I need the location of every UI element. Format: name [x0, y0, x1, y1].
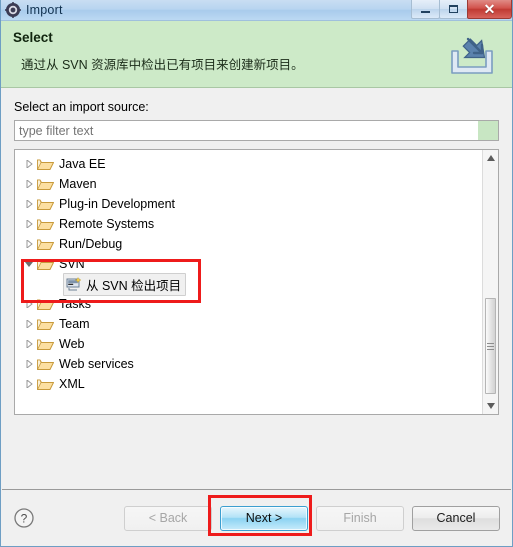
- window-controls: ✕: [411, 0, 512, 21]
- tree-item[interactable]: Tasks: [15, 294, 482, 314]
- folder-icon: [37, 299, 54, 310]
- tree-item-label: Web services: [59, 357, 134, 371]
- chevron-right-icon[interactable]: [21, 240, 37, 248]
- title-bar: Import ✕: [1, 0, 512, 21]
- tree-item-label: Tasks: [59, 297, 91, 311]
- chevron-right-icon[interactable]: [21, 360, 37, 368]
- tree-item-label: Run/Debug: [59, 237, 123, 251]
- cancel-button-slot: Cancel: [412, 505, 500, 531]
- finish-button-slot: Finish: [316, 505, 404, 531]
- folder-icon: [37, 339, 54, 350]
- tree-item-label: SVN: [59, 257, 85, 271]
- window-title: Import: [26, 3, 63, 17]
- help-question-icon[interactable]: ?: [13, 507, 35, 529]
- dialog-button-bar: ? < Back Next > Finish Cancel: [1, 490, 512, 546]
- tree-item[interactable]: Team: [15, 314, 482, 334]
- tree-item-label: 从 SVN 检出项目: [86, 278, 182, 293]
- back-button-slot: < Back: [124, 505, 212, 531]
- folder-icon: [37, 239, 54, 250]
- scroll-down-icon[interactable]: [483, 398, 498, 414]
- folder-icon: [37, 359, 54, 370]
- folder-icon: [37, 179, 54, 190]
- cancel-button[interactable]: Cancel: [412, 505, 500, 531]
- chevron-right-icon[interactable]: [21, 300, 37, 308]
- tree-item[interactable]: Plug-in Development: [15, 194, 482, 214]
- chevron-right-icon[interactable]: [21, 320, 37, 328]
- dialog-content: Select an import source: Java EE Maven Plu…: [1, 88, 512, 499]
- import-source-tree[interactable]: Java EE Maven Plug-in Development Remote Sy…: [15, 150, 482, 414]
- close-button[interactable]: ✕: [467, 0, 512, 19]
- chevron-right-icon[interactable]: [21, 160, 37, 168]
- tree-item[interactable]: Maven: [15, 174, 482, 194]
- tree-item[interactable]: XML: [15, 374, 482, 394]
- folder-icon: [37, 319, 54, 330]
- search-input[interactable]: [15, 121, 477, 140]
- scrollbar-grip-icon: [487, 341, 494, 352]
- tree-item-label: Remote Systems: [59, 217, 155, 231]
- import-source-tree-panel: Java EE Maven Plug-in Development Remote Sy…: [14, 149, 499, 415]
- scrollbar-thumb[interactable]: [485, 298, 496, 394]
- svn-checkout-icon: [66, 276, 82, 290]
- eclipse-gear-icon: [5, 2, 21, 18]
- tree-item-label: Java EE: [59, 157, 106, 171]
- chevron-right-icon[interactable]: [21, 380, 37, 388]
- maximize-button[interactable]: [439, 0, 468, 19]
- tree-item-label: XML: [59, 377, 85, 391]
- folder-icon: [37, 199, 54, 210]
- tree-item-label: Web: [59, 337, 85, 351]
- tree-item[interactable]: Java EE: [15, 154, 482, 174]
- page-description: 通过从 SVN 资源库中检出已有项目来创建新项目。: [21, 58, 304, 72]
- folder-icon: [37, 219, 54, 230]
- minimize-icon: [421, 11, 430, 13]
- next-button[interactable]: Next >: [220, 505, 308, 531]
- tree-item[interactable]: 从 SVN 检出项目: [15, 272, 482, 296]
- minimize-button[interactable]: [411, 0, 440, 19]
- folder-icon: [37, 259, 54, 270]
- filter-field[interactable]: [14, 120, 499, 141]
- page-banner: Select 通过从 SVN 资源库中检出已有项目来创建新项目。: [1, 21, 512, 88]
- tree-item-label: Team: [59, 317, 90, 331]
- tree-item[interactable]: Web services: [15, 354, 482, 374]
- maximize-icon: [449, 5, 458, 13]
- tree-item[interactable]: SVN: [15, 254, 482, 274]
- back-button: < Back: [124, 505, 212, 531]
- chevron-right-icon[interactable]: [21, 340, 37, 348]
- finish-button: Finish: [316, 505, 404, 531]
- page-title: Select: [13, 30, 53, 45]
- import-source-label: Select an import source:: [14, 100, 149, 114]
- tree-item-label: Plug-in Development: [59, 197, 176, 211]
- close-icon: ✕: [483, 1, 496, 17]
- import-dialog-window: Import ✕ Select 通过从 SVN 资源库中检出已有项目来创建新项目…: [0, 0, 513, 547]
- tree-item-selection[interactable]: 从 SVN 检出项目: [63, 272, 187, 296]
- chevron-right-icon[interactable]: [21, 180, 37, 188]
- chevron-right-icon[interactable]: [21, 200, 37, 208]
- tree-item[interactable]: Run/Debug: [15, 234, 482, 254]
- scroll-up-icon[interactable]: [483, 150, 498, 166]
- chevron-down-icon[interactable]: [21, 261, 37, 268]
- folder-icon: [37, 159, 54, 170]
- import-arrow-icon: [451, 37, 493, 74]
- tree-item[interactable]: Remote Systems: [15, 214, 482, 234]
- next-button-slot: Next >: [220, 505, 308, 531]
- wizard-buttons: < Back Next > Finish Cancel: [124, 505, 500, 531]
- tree-vertical-scrollbar[interactable]: [482, 150, 498, 414]
- tree-item-label: Maven: [59, 177, 97, 191]
- filter-accent-swatch: [477, 121, 498, 140]
- svg-text:?: ?: [21, 512, 28, 526]
- chevron-right-icon[interactable]: [21, 220, 37, 228]
- folder-icon: [37, 379, 54, 390]
- tree-item[interactable]: Web: [15, 334, 482, 354]
